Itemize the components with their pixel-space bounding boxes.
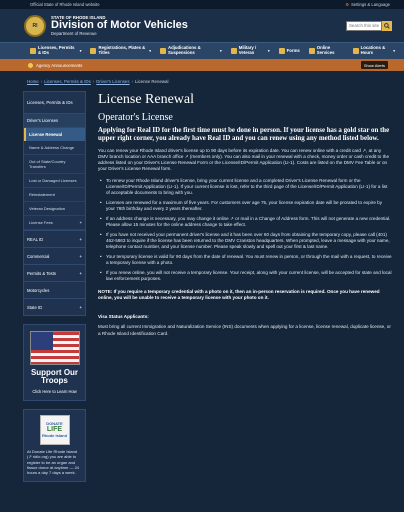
list-item: Your temporary license is valid for 90 d… [98, 254, 392, 266]
sidebar-group-title[interactable]: Licenses, Permits & IDs [24, 92, 85, 114]
nav-licenses[interactable]: Licenses, Permits & IDs ▾ [30, 43, 90, 59]
sidebar-item-license-fees[interactable]: License Fees + [24, 216, 85, 230]
donate-life-promo: DONATE LIFE Rhode Island At Donate Life … [23, 408, 86, 482]
donate-life-text: At Donate Life Rhode Island (↗ ridlo.org… [27, 448, 80, 476]
visa-heading: Visa Status Applicants: [98, 314, 149, 320]
sidebar-item-motorcycles[interactable]: Motorcycles [23, 282, 86, 299]
car-icon [90, 48, 97, 54]
nav-forms[interactable]: Forms [278, 43, 309, 59]
sidebar-item-drivers-licenses[interactable]: Driver's Licenses [24, 114, 85, 128]
list-item: To renew your Rhode Island driver's lice… [98, 178, 392, 197]
main-content: License Renewal Operator's License Apply… [86, 91, 404, 482]
search-icon [384, 22, 390, 29]
gavel-icon [159, 48, 166, 54]
globe-icon [308, 48, 315, 54]
flag-icon [230, 48, 237, 54]
settings-language-link[interactable]: ⚙ Settings & Language [345, 2, 390, 7]
breadcrumb-licenses[interactable]: Licenses, Permits & IDs [44, 79, 91, 84]
breadcrumb-current: License Renewal [135, 78, 169, 84]
list-item: If you renew online, you will not receiv… [98, 270, 392, 282]
sidebar-item-transfers[interactable]: Out of State/Country Transfers [24, 155, 85, 174]
state-seal-logo[interactable]: RI [24, 14, 46, 37]
search-button[interactable] [382, 20, 392, 31]
sidebar-item-reinstatement[interactable]: Reinstatement [24, 188, 85, 202]
plus-icon: + [79, 253, 82, 259]
site-title: Division of Motor Vehicles [51, 19, 188, 31]
real-id-notice: Applying for Real ID for the first time … [98, 127, 390, 142]
license-icon [30, 48, 36, 54]
department-name: Department of Revenue [51, 31, 97, 36]
breadcrumb: Home › Licenses, Permits & IDs › Driver's … [27, 78, 169, 84]
document-icon [278, 48, 285, 54]
promo-title: Support Our Troops [30, 368, 79, 386]
page-title: License Renewal [98, 92, 195, 107]
sidebar-group: Licenses, Permits & IDs Driver's License… [23, 91, 86, 231]
intro-paragraph: You can renew your Rhode Island driver's… [98, 147, 390, 172]
plus-icon: + [79, 270, 82, 276]
official-site-label: Official State of Rhode Island website [30, 2, 100, 7]
list-item: If you have not received your permanent … [98, 232, 392, 251]
search-input[interactable] [346, 20, 382, 31]
show-alerts-button[interactable]: Show Alerts [360, 61, 388, 69]
promo-link[interactable]: Click Here to Learn How [28, 389, 81, 394]
breadcrumb-drivers-licenses[interactable]: Driver's Licenses [96, 79, 129, 84]
location-pin-icon [352, 48, 359, 54]
chevron-down-icon: ▾ [220, 48, 222, 53]
temporary-credential-note: NOTE: If you require a temporary credent… [98, 288, 380, 301]
breadcrumb-home[interactable]: Home [27, 79, 39, 84]
sidebar-item-name-address[interactable]: Name & Address Change [24, 141, 85, 155]
nav-locations[interactable]: Locations & Hours ▾ [352, 43, 404, 59]
chevron-down-icon: ▾ [79, 48, 82, 53]
nav-registrations[interactable]: Registrations, Plates & Titles ▾ [90, 43, 160, 59]
nav-adjudications[interactable]: Adjudications & Suspensions ▾ [159, 43, 231, 59]
sidebar-item-permits-tests[interactable]: Permits & Tests + [23, 265, 86, 282]
sidebar-item-license-renewal[interactable]: License Renewal [24, 128, 85, 141]
sidebar-item-real-id[interactable]: REAL ID + [23, 231, 86, 248]
main-nav: Licenses, Permits & IDs ▾ Registrations, … [0, 42, 404, 59]
section-title: Operator's License [98, 112, 173, 123]
list-item: Licenses are renewed for a maximum of fi… [98, 200, 392, 212]
plus-icon: + [79, 220, 82, 225]
brand-block[interactable]: STATE OF RHODE ISLAND Division of Motor … [51, 15, 188, 36]
plus-icon: + [79, 236, 82, 242]
sidebar-item-veteran[interactable]: Veteran Designation [24, 202, 85, 216]
nav-military[interactable]: Military / Veteran ▾ [230, 43, 279, 59]
sidebar-item-lost-damaged[interactable]: Lost or Damaged Licenses [24, 174, 85, 188]
sidebar-item-commercial[interactable]: Commercial + [23, 248, 86, 265]
alert-icon [28, 62, 33, 68]
gear-icon: ⚙ [345, 2, 350, 7]
site-header: RI STATE OF RHODE ISLAND Division of Mot… [0, 9, 404, 42]
search-box [346, 20, 392, 31]
support-troops-promo[interactable]: Support Our Troops Click Here to Learn Ho… [23, 324, 86, 401]
chevron-down-icon: ▾ [149, 48, 151, 53]
sidebar-item-state-id[interactable]: State ID + [23, 299, 86, 316]
sidebar: Licenses, Permits & IDs Driver's License… [23, 91, 86, 482]
chevron-down-icon: ▾ [267, 48, 270, 53]
chevron-down-icon: ▾ [393, 48, 395, 53]
announcement-bar: Agency Announcements Show Alerts [0, 59, 404, 71]
american-flag-image [29, 331, 80, 365]
plus-icon: + [79, 304, 82, 310]
nav-online-services[interactable]: Online Services [308, 43, 353, 59]
top-utility-bar: Official State of Rhode Island website ⚙… [0, 0, 404, 9]
donate-life-logo[interactable]: DONATE LIFE Rhode Island [39, 414, 70, 445]
renewal-info-list: To renew your Rhode Island driver's lice… [98, 178, 392, 282]
list-item: If an address change is necessary, you m… [98, 216, 392, 228]
visa-paragraph: Must bring all current Immigration and N… [98, 324, 391, 336]
announcement-label: Agency Announcements [36, 62, 83, 68]
